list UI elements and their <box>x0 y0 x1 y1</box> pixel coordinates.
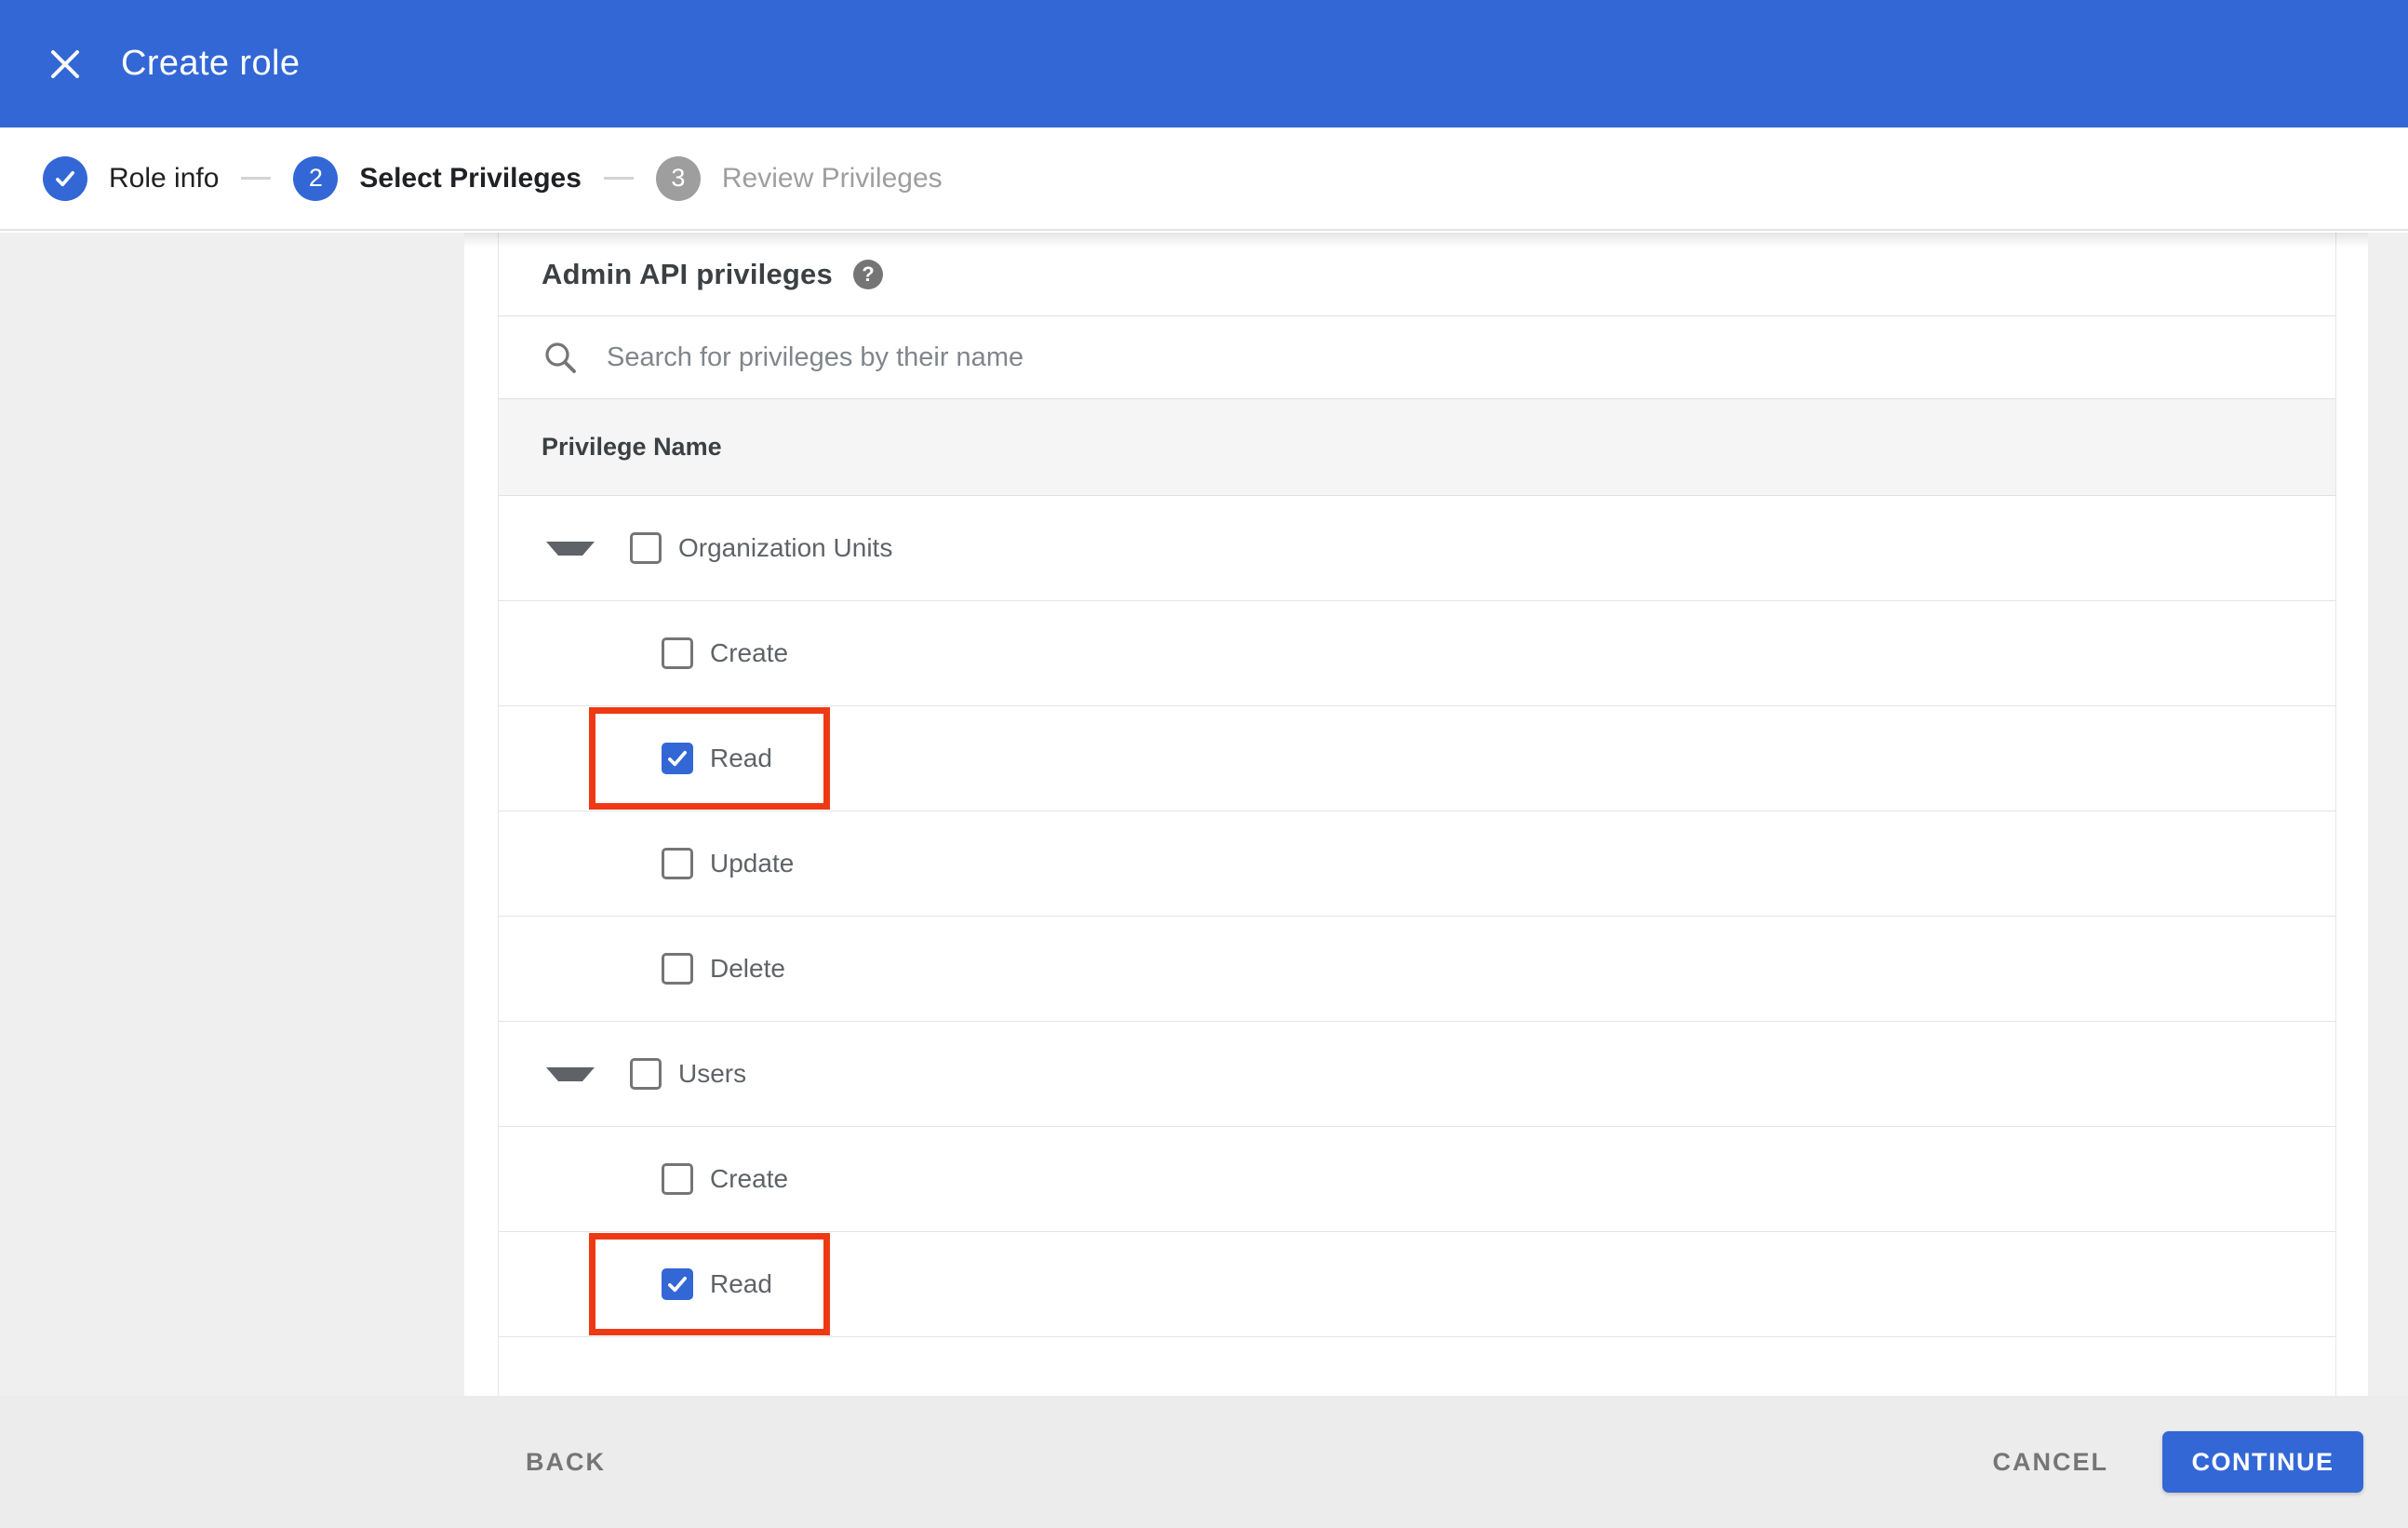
stepper-step-select-privileges[interactable]: 2 Select Privileges <box>293 155 582 201</box>
close-icon[interactable] <box>45 44 86 85</box>
stepper: Role info 2 Select Privileges 3 Review Privi… <box>0 127 2408 231</box>
privileges-table: Admin API privileges ? Privilege Name Or… <box>498 233 2336 1396</box>
privilege-checkbox[interactable] <box>662 1268 693 1300</box>
step-number-badge: 3 <box>655 155 701 201</box>
privilege-label: Read <box>710 744 772 772</box>
step-number-badge: 2 <box>293 155 339 201</box>
step-label: Role info <box>109 162 220 194</box>
table-row: Create <box>499 601 2335 706</box>
table-column-header: Privilege Name <box>499 399 2335 496</box>
privilege-label: Create <box>710 1164 789 1193</box>
step-complete-icon <box>43 155 87 201</box>
table-row: Users <box>499 1022 2335 1127</box>
left-background-pane <box>0 233 464 1396</box>
step-connector <box>603 177 634 180</box>
back-button[interactable]: BACK <box>520 1447 611 1478</box>
step-label: Review Privileges <box>721 162 943 194</box>
cancel-button[interactable]: CANCEL <box>1987 1447 2115 1478</box>
step-connector <box>241 177 272 180</box>
footer-bar: BACK CANCEL CONTINUE <box>0 1396 2408 1528</box>
privilege-checkbox[interactable] <box>662 953 693 985</box>
footer-actions: CANCEL CONTINUE <box>1987 1431 2408 1493</box>
panel-title: Admin API privileges <box>542 257 833 290</box>
stepper-step-review-privileges[interactable]: 3 Review Privileges <box>655 155 943 201</box>
continue-button[interactable]: CONTINUE <box>2162 1431 2363 1493</box>
privilege-label: Read <box>710 1269 772 1298</box>
privilege-checkbox[interactable] <box>662 1163 693 1195</box>
privilege-label: Organization Units <box>678 533 893 562</box>
table-row: Read <box>499 706 2335 811</box>
privilege-label: Delete <box>710 954 785 983</box>
step-label: Select Privileges <box>359 162 582 194</box>
privilege-checkbox[interactable] <box>662 848 693 879</box>
privilege-table-body: Organization Units Create Read Update Delete… <box>499 496 2335 1337</box>
search-icon <box>545 342 576 373</box>
privilege-checkbox[interactable] <box>630 532 662 564</box>
right-background-pane <box>2368 233 2408 1396</box>
checkmark-icon <box>56 170 74 186</box>
privilege-label: Update <box>710 849 795 878</box>
help-icon[interactable]: ? <box>852 259 883 289</box>
table-row: Delete <box>499 917 2335 1022</box>
panel-heading-row: Admin API privileges ? <box>499 233 2335 316</box>
table-row: Update <box>499 811 2335 917</box>
checkmark-icon <box>668 750 687 767</box>
search-input[interactable] <box>605 341 1446 374</box>
privilege-checkbox[interactable] <box>662 637 693 669</box>
table-row: Organization Units <box>499 496 2335 601</box>
chevron-down-icon[interactable] <box>546 541 595 556</box>
app-bar: Create role <box>0 0 2408 127</box>
search-row <box>499 316 2335 399</box>
table-row: Read <box>499 1232 2335 1337</box>
stepper-step-role-info[interactable]: Role info <box>43 155 220 201</box>
privileges-panel: Admin API privileges ? Privilege Name Or… <box>464 233 2368 1396</box>
table-row: Create <box>499 1127 2335 1232</box>
chevron-down-icon[interactable] <box>546 1066 595 1081</box>
privilege-label: Create <box>710 638 789 667</box>
dialog-title: Create role <box>121 44 301 83</box>
privilege-label: Users <box>678 1059 747 1088</box>
privilege-checkbox[interactable] <box>662 743 693 774</box>
checkmark-icon <box>668 1276 687 1293</box>
privilege-checkbox[interactable] <box>630 1058 662 1090</box>
